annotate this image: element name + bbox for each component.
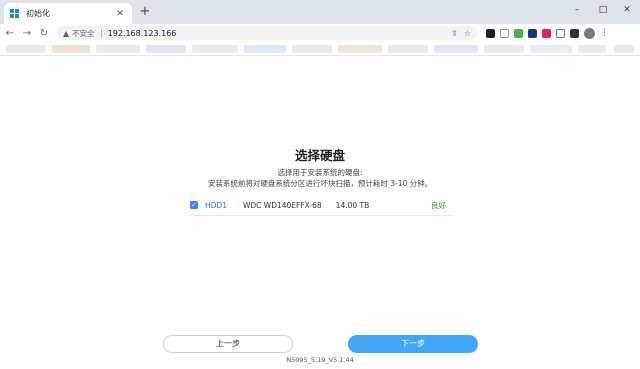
disk-checkbox[interactable]: ✓ [190,201,198,209]
bookmark-item[interactable] [530,45,572,53]
omnibox-actions: ⇪ ☆ [451,26,471,40]
url-text[interactable]: 192.168.123.166 [108,29,177,38]
scan-notice-text: 安装系统前将对硬盘系统分区进行坏块扫描，预计耗时 3-10 分钟。 [207,179,433,188]
extension-icon[interactable] [542,28,551,38]
bookmark-item[interactable] [578,45,606,53]
extension-icon[interactable] [528,28,537,38]
extension-icon[interactable] [556,28,565,38]
divider [100,28,102,38]
next-button[interactable]: 下一步 [348,335,478,353]
bookmark-item[interactable] [292,45,332,53]
disk-size: 14.00 TB [335,200,370,210]
bookmark-item[interactable] [338,45,382,53]
extension-icon[interactable] [500,28,509,38]
setup-page: 选择硬盘 选择用于安装系统的硬盘: 安装系统前将对硬盘系统分区进行坏块扫描，预计… [0,57,640,369]
bookmark-item[interactable] [192,45,238,53]
share-icon[interactable]: ⇪ [451,29,458,38]
disk-id: HDD1 [205,200,227,210]
forward-button[interactable]: → [20,28,34,39]
back-button[interactable]: ← [3,28,17,39]
divider [188,215,452,216]
security-label[interactable]: 不安全 [72,28,95,39]
star-icon[interactable]: ☆ [464,29,471,38]
bookmark-item[interactable] [96,45,140,53]
minimize-button[interactable]: – [570,4,584,16]
disk-row[interactable]: ✓ HDD1 WDC WD140EFFX-68 14.00 TB 良好 [188,197,452,213]
bookmark-item[interactable] [244,45,286,53]
tab-close-button[interactable]: ✕ [114,9,126,19]
bookmark-item[interactable] [146,45,186,53]
bookmark-item[interactable] [6,45,46,53]
maximize-button[interactable]: □ [596,4,610,16]
page-title: 选择硬盘 [294,148,345,163]
disk-model: WDC WD140EFFX-68 [242,200,322,210]
avatar-icon[interactable] [584,27,595,39]
bookmark-item[interactable] [388,45,428,53]
browser-toolbar: ← → ↻ ▲ 不安全 192.168.123.166 ⇪ ☆ ⋮ [0,24,640,42]
menu-button[interactable]: ⋮ [600,28,609,38]
new-tab-button[interactable]: + [138,5,152,19]
warning-icon[interactable]: ▲ [63,29,69,38]
sidebar-icon[interactable] [570,28,579,38]
browser-titlebar: 初始化 ✕ + – □ ✕ [0,0,640,24]
address-bar[interactable]: ▲ 不安全 192.168.123.166 ⇪ ☆ [57,26,477,40]
extension-icon[interactable] [486,28,495,38]
bookmark-item[interactable] [484,45,524,53]
tab-title: 初始化 [26,9,50,18]
extension-bar: ⋮ [486,27,609,39]
windows-logo-icon [10,8,20,19]
instruction-text: 选择用于安装系统的硬盘: [277,168,363,177]
bookmark-item[interactable] [434,45,478,53]
reload-button[interactable]: ↻ [37,28,51,39]
extension-icon[interactable] [514,28,523,38]
disk-status: 良好 [431,200,446,210]
bookmarks-bar [0,42,640,56]
close-window-button[interactable]: ✕ [620,4,634,16]
previous-button[interactable]: 上一步 [163,335,293,353]
browser-tab[interactable]: 初始化 ✕ [4,3,132,24]
bookmark-item[interactable] [614,45,634,53]
version-label: N5095_5.19_V5.1.44 [286,356,354,364]
bookmark-item[interactable] [52,45,90,53]
